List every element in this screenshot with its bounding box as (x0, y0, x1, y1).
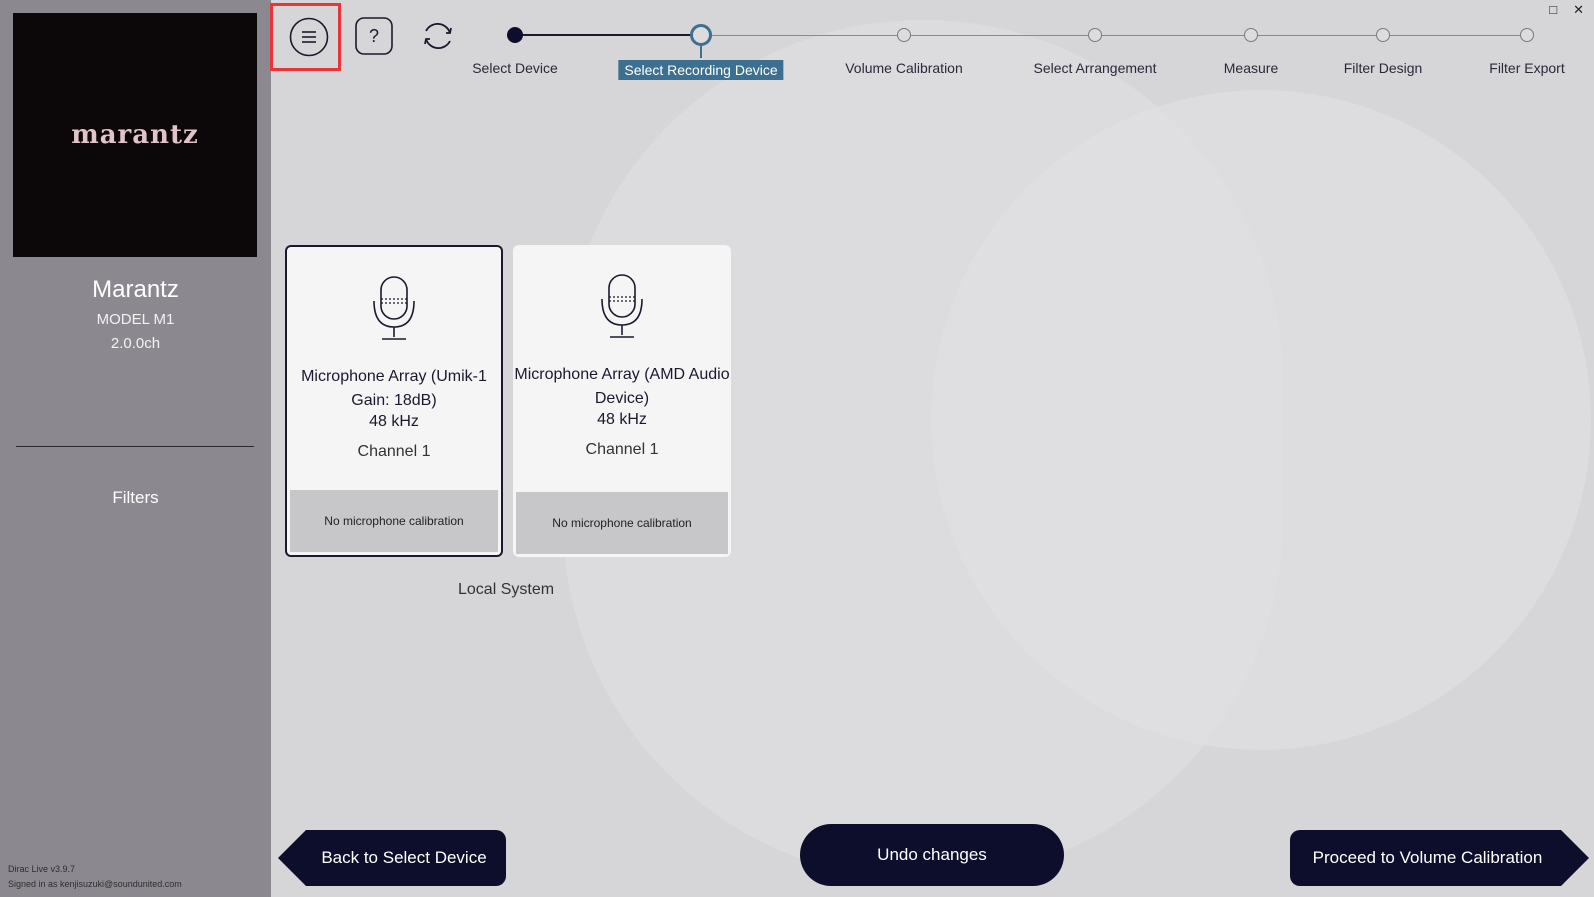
microphone-icon (598, 273, 646, 348)
device-sample-rate: 48 kHz (597, 411, 647, 428)
maximize-icon[interactable]: □ (1549, 2, 1557, 18)
device-model: MODEL M1 (96, 311, 175, 328)
back-button[interactable]: Back to Select Device (278, 830, 506, 886)
step-dot[interactable] (1244, 28, 1258, 42)
close-icon[interactable]: ✕ (1573, 2, 1584, 18)
calibration-status[interactable]: No microphone calibration (290, 490, 498, 552)
device-channel: Channel 1 (357, 443, 431, 460)
device-logo: marantz (13, 13, 257, 257)
step-label[interactable]: Volume Calibration (845, 60, 963, 76)
stepper-line-complete (515, 34, 701, 36)
microphone-icon (370, 275, 418, 350)
step-dot[interactable] (1376, 28, 1390, 42)
step-label[interactable]: Select Recording Device (618, 60, 784, 80)
step-dot[interactable] (1520, 28, 1534, 42)
step-dot[interactable] (507, 27, 523, 43)
help-label: ? (368, 25, 379, 46)
device-title: Microphone Array (AMD Audio Device) (514, 366, 730, 407)
recording-device-card[interactable]: Microphone Array (Umik-1 Gain: 18dB) 48 … (285, 245, 503, 557)
step-dot[interactable] (897, 28, 911, 42)
undo-changes-button[interactable]: Undo changes (800, 824, 1064, 886)
step-label[interactable]: Select Arrangement (1034, 60, 1157, 76)
step-label[interactable]: Select Device (472, 60, 558, 76)
sidebar: marantz Marantz MODEL M1 2.0.0ch Filters… (0, 0, 271, 897)
sidebar-divider (16, 446, 254, 447)
active-step-connector (700, 46, 702, 58)
window-controls: □ ✕ (1549, 2, 1584, 18)
logo-text: marantz (71, 120, 199, 150)
sidebar-item-filters[interactable]: Filters (0, 488, 271, 508)
step-dot[interactable] (690, 24, 712, 46)
step-label[interactable]: Filter Export (1489, 60, 1564, 76)
device-channel: Channel 1 (585, 441, 659, 458)
device-channels: 2.0.0ch (110, 335, 161, 352)
version-text: Dirac Live v3.9.7 (8, 864, 76, 874)
menu-button-highlight (270, 3, 341, 71)
step-label[interactable]: Filter Design (1344, 60, 1423, 76)
main-panel: ? Select Device Select Recording Device Vo… (271, 0, 1594, 897)
refresh-button[interactable] (418, 16, 458, 56)
device-name: Marantz (92, 276, 179, 303)
proceed-button[interactable]: Proceed to Volume Calibration (1290, 830, 1589, 886)
help-button[interactable]: ? (355, 17, 393, 55)
device-title: Microphone Array (Umik-1 Gain: 18dB) (301, 368, 487, 409)
stepper-line (701, 35, 1527, 36)
device-group-label: Local System (458, 581, 555, 598)
background-shape (931, 90, 1591, 750)
recording-device-card[interactable]: Microphone Array (AMD Audio Device) 48 k… (513, 245, 731, 557)
signed-in-text: Signed in as kenjisuzuki@soundunited.com (8, 879, 182, 889)
device-sample-rate: 48 kHz (369, 413, 419, 430)
step-dot[interactable] (1088, 28, 1102, 42)
calibration-status[interactable]: No microphone calibration (516, 492, 728, 554)
refresh-icon (424, 22, 452, 50)
step-label[interactable]: Measure (1224, 60, 1278, 76)
